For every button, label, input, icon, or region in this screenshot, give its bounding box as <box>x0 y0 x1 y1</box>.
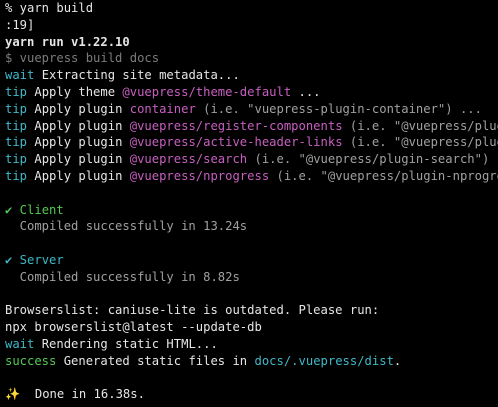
theme-name: @vuepress/theme-default <box>122 84 292 99</box>
success-end: . <box>393 353 402 368</box>
tip-theme-text: Apply theme <box>27 84 123 99</box>
npx-command-line: npx browserslist@latest --update-db <box>5 319 498 336</box>
tip-plugin-text: Apply plugin <box>27 135 130 150</box>
wait-extracting-line: wait Extracting site metadata... <box>5 67 498 84</box>
tip-plugin-text: Apply plugin <box>27 168 130 183</box>
success-tag: success <box>5 353 57 368</box>
plugin-note: (i.e. "@vuepress/plugin-nprogres <box>269 168 498 183</box>
wait-rendering-text: Rendering static HTML... <box>34 336 218 351</box>
client-status-line: ✔ Client <box>5 202 498 219</box>
plugin-note: (i.e. "@vuepress/plugi <box>342 135 498 150</box>
plugin-note: (i.e. "@vuepress/plugin-search") .. <box>247 152 498 167</box>
tip-plugin-text: Apply plugin <box>27 152 130 167</box>
yarn-run-text: yarn run v1.22.10 <box>5 34 130 49</box>
browserslist-warning-text: Browserslist: caniuse-lite is outdated. … <box>5 303 380 318</box>
tip-plugin-search-line: tip Apply plugin @vuepress/search (i.e. … <box>5 151 498 168</box>
command-text: $ vuepress build docs <box>5 51 160 66</box>
client-compiled-text: Compiled successfully in 13.24s <box>5 219 248 234</box>
tip-plugin-nprogress-line: tip Apply plugin @vuepress/nprogress (i.… <box>5 168 498 185</box>
plugin-name: container <box>129 101 196 116</box>
plugin-name: @vuepress/search <box>129 152 248 167</box>
plugin-name: @vuepress/active-header-links <box>129 135 343 150</box>
tip-tag: tip <box>5 101 28 116</box>
server-label: Server <box>12 252 64 267</box>
tip-tag: tip <box>5 84 28 99</box>
yarn-run-line: yarn run v1.22.10 <box>5 34 498 51</box>
command-line: $ vuepress build docs <box>5 50 498 67</box>
tip-plugin-text: Apply plugin <box>27 118 130 133</box>
done-line: ✨ Done in 16.38s. <box>5 386 498 403</box>
success-text: Generated static files in <box>56 353 255 368</box>
partial-output-line: :19] <box>5 17 498 34</box>
terminal-window[interactable]: % yarn build :19] yarn run v1.22.10 $ vu… <box>0 0 498 407</box>
prompt-text: % yarn build <box>5 1 94 15</box>
client-label: Client <box>12 202 64 217</box>
wait-tag: wait <box>5 336 35 351</box>
plugin-note: (i.e. "@vuepress/plugi <box>342 118 498 133</box>
done-text: Done in 16.38s. <box>20 387 145 402</box>
tip-plugin-text: Apply plugin <box>27 101 130 116</box>
plugin-name: @vuepress/nprogress <box>129 168 270 183</box>
tip-plugin-active-header-links-line: tip Apply plugin @vuepress/active-header… <box>5 134 498 151</box>
partial-output-text: :19] <box>5 17 35 32</box>
server-status-line: ✔ Server <box>5 252 498 269</box>
prompt-line: % yarn build <box>5 0 498 17</box>
npx-command-text: npx browserslist@latest --update-db <box>5 320 262 335</box>
tip-tag: tip <box>5 152 28 167</box>
client-compiled-line: Compiled successfully in 13.24s <box>5 218 498 235</box>
tip-plugin-container-line: tip Apply plugin container (i.e. "vuepre… <box>5 101 498 118</box>
browserslist-warning-line: Browserslist: caniuse-lite is outdated. … <box>5 302 498 319</box>
plugin-name: @vuepress/register-components <box>129 118 343 133</box>
wait-extracting-text: Extracting site metadata... <box>34 68 240 83</box>
wait-tag: wait <box>5 68 35 83</box>
tip-tag: tip <box>5 135 28 150</box>
server-compiled-text: Compiled successfully in 8.82s <box>5 269 240 284</box>
server-compiled-line: Compiled successfully in 8.82s <box>5 269 498 286</box>
success-line: success Generated static files in docs/.… <box>5 353 498 370</box>
output-path: docs/.vuepress/dist <box>254 353 394 368</box>
tip-plugin-register-components-line: tip Apply plugin @vuepress/register-comp… <box>5 118 498 135</box>
sparkle-icon: ✨ <box>5 387 21 402</box>
tip-theme-line: tip Apply theme @vuepress/theme-default … <box>5 84 498 101</box>
tip-theme-rest: ... <box>291 84 321 99</box>
plugin-note: (i.e. "vuepress-plugin-container") ... <box>195 101 482 116</box>
tip-tag: tip <box>5 118 28 133</box>
wait-rendering-line: wait Rendering static HTML... <box>5 336 498 353</box>
tip-tag: tip <box>5 168 28 183</box>
